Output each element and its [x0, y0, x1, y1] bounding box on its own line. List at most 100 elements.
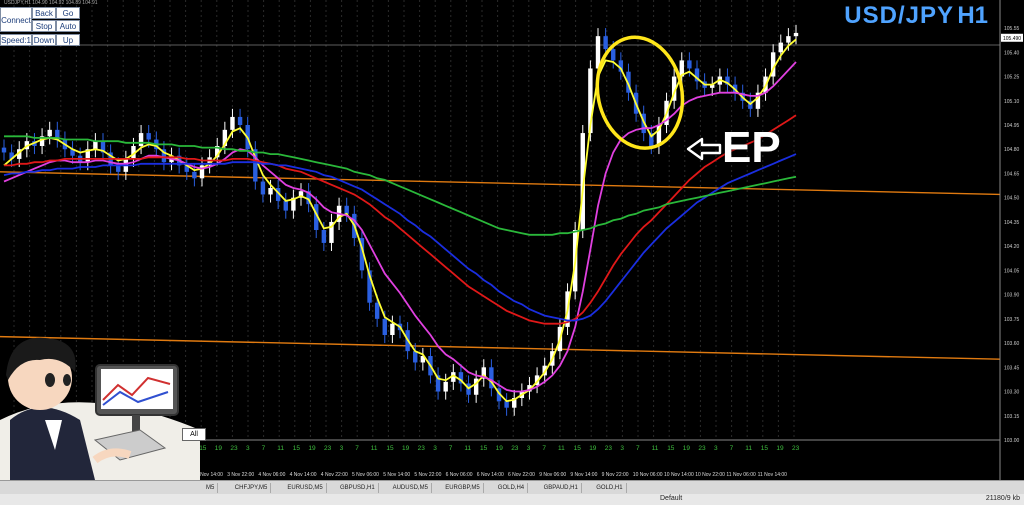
y-tick-label: 103.00 — [1004, 438, 1020, 444]
hour-tick-label: 23 — [324, 445, 332, 452]
hour-tick-label: 7 — [636, 445, 640, 452]
candle-body — [687, 60, 692, 69]
chart-tab[interactable]: EURGBP,M5 — [442, 483, 484, 493]
date-tick-label: 9 Nov 22:00 — [602, 472, 629, 478]
chart-tab[interactable]: GOLD,H4 — [495, 483, 529, 493]
hour-tick-label: 3 — [433, 445, 437, 452]
date-tick-label: 4 Nov 14:00 — [290, 472, 317, 478]
y-tick-label: 105.25 — [1004, 75, 1020, 81]
y-tick-label: 103.90 — [1004, 293, 1020, 299]
date-tick-label: 10 Nov 14:00 — [664, 472, 694, 478]
candle-body — [237, 116, 243, 125]
back-button[interactable]: Back — [32, 7, 56, 19]
candle-body — [382, 318, 387, 335]
candle-body — [116, 165, 121, 172]
y-tick-label: 104.50 — [1004, 196, 1020, 202]
down-button[interactable]: Down — [32, 34, 56, 46]
date-tick-label: 10 Nov 22:00 — [695, 472, 725, 478]
hour-tick-label: 3 — [714, 445, 718, 452]
candle-body — [283, 200, 288, 211]
candle-body — [260, 181, 266, 195]
date-tick-label: 9 Nov 14:00 — [570, 472, 597, 478]
date-tick-label: 10 Nov 06:00 — [633, 472, 663, 478]
candle-body — [413, 351, 418, 363]
chart-tab[interactable]: GOLD,H1 — [593, 483, 627, 493]
hour-tick-label: 15 — [480, 445, 488, 452]
candle-body — [778, 42, 783, 53]
mascot-eye — [45, 373, 55, 387]
horizontal-lines — [0, 171, 1001, 360]
candle-body — [786, 36, 791, 43]
hour-tick-label: 19 — [402, 445, 410, 452]
chart-tab[interactable]: GBPAUD,H1 — [541, 483, 582, 493]
date-tick-label: 4 Nov 22:00 — [321, 472, 348, 478]
y-axis: 105.55 105.40 105.25 105.10 104.95 104.80 104.… — [999, 0, 1024, 480]
hour-tick-label: 15 — [386, 445, 394, 452]
chart-tab[interactable]: EURUSD,M5 — [284, 483, 327, 493]
connect-button[interactable]: Connect — [0, 7, 32, 32]
y-axis-background — [1000, 0, 1024, 480]
y-tick-label: 103.60 — [1004, 341, 1020, 347]
all-button[interactable]: All — [182, 428, 206, 441]
candle-body — [443, 381, 448, 392]
chart-tab[interactable]: M5 — [203, 483, 219, 493]
y-tick-label: 103.75 — [1004, 317, 1020, 323]
candle-body — [603, 36, 608, 50]
candle-body — [230, 116, 235, 130]
candle-body — [93, 141, 98, 150]
hour-tick-label: 3 — [620, 445, 624, 452]
chart-tab[interactable]: GBPUSD,H1 — [337, 483, 379, 493]
go-button[interactable]: Go — [56, 7, 80, 19]
hour-tick-label: 23 — [418, 445, 426, 452]
hour-tick-label: 7 — [262, 445, 266, 452]
hour-tick-label: 19 — [683, 445, 691, 452]
date-tick-label: 3 Nov 14:00 — [196, 472, 223, 478]
hour-tick-label: 7 — [730, 445, 734, 452]
hour-tick-label: 19 — [215, 445, 223, 452]
hour-tick-label: 11 — [652, 445, 659, 452]
hour-tick-label: 7 — [449, 445, 453, 452]
symbol-info: USDJPY,H1 104.90 104.92 104.89 104.91 — [4, 0, 98, 6]
hour-tick-label: 3 — [527, 445, 531, 452]
chart-tab[interactable]: AUDUSD,M5 — [390, 483, 432, 493]
candle-body — [390, 323, 395, 335]
mascot-eye-right — [63, 374, 71, 386]
speed-button[interactable]: Speed:1 — [0, 34, 32, 46]
candle-body — [611, 49, 616, 61]
hour-tick-label: 23 — [511, 445, 519, 452]
y-tick-label: 104.65 — [1004, 171, 1020, 177]
candle-body — [1, 147, 7, 153]
hour-tick-label: 19 — [776, 445, 784, 452]
date-tick-label: 6 Nov 22:00 — [508, 472, 535, 478]
hline-resistance — [0, 171, 1001, 196]
left-arrow-icon — [686, 137, 722, 161]
date-tick-label: 11 Nov 14:00 — [758, 472, 788, 478]
hour-tick-label: 15 — [574, 445, 582, 452]
candle-body — [793, 32, 799, 37]
hour-tick-label: 7 — [542, 445, 546, 452]
candle-body — [268, 188, 273, 195]
chart-tabs-bar: M5 CHFJPY,M5 EURUSD,M5 GBPUSD,H1 AUDUSD,M5 EU… — [0, 480, 1024, 495]
candle-body — [146, 133, 151, 140]
hour-tick-label: 19 — [308, 445, 316, 452]
stop-button[interactable]: Stop — [32, 20, 56, 32]
highlight-ellipse — [595, 35, 685, 150]
y-tick-label: 104.05 — [1004, 268, 1020, 274]
up-button[interactable]: Up — [56, 34, 80, 46]
hour-tick-label: 15 — [293, 445, 301, 452]
auto-button[interactable]: Auto — [56, 20, 80, 32]
timeframe-title: H1 — [957, 2, 988, 29]
candle-body — [504, 401, 509, 408]
status-bar: Default 21180/9 kb — [0, 494, 1024, 505]
hour-tick-label: 11 — [464, 445, 471, 452]
mascot-illustration — [0, 337, 200, 480]
y-tick-label: 104.95 — [1004, 123, 1020, 129]
y-tick-label: 103.15 — [1004, 414, 1020, 420]
date-tick-label: 9 Nov 06:00 — [539, 472, 566, 478]
hour-tick-label: 15 — [199, 445, 207, 452]
y-tick-label: 105.10 — [1004, 99, 1020, 105]
chart-tab[interactable]: CHFJPY,M5 — [232, 483, 272, 493]
candle-body — [321, 230, 327, 243]
date-tick-label: 3 Nov 22:00 — [227, 472, 254, 478]
y-tick-label: 105.40 — [1004, 50, 1020, 56]
